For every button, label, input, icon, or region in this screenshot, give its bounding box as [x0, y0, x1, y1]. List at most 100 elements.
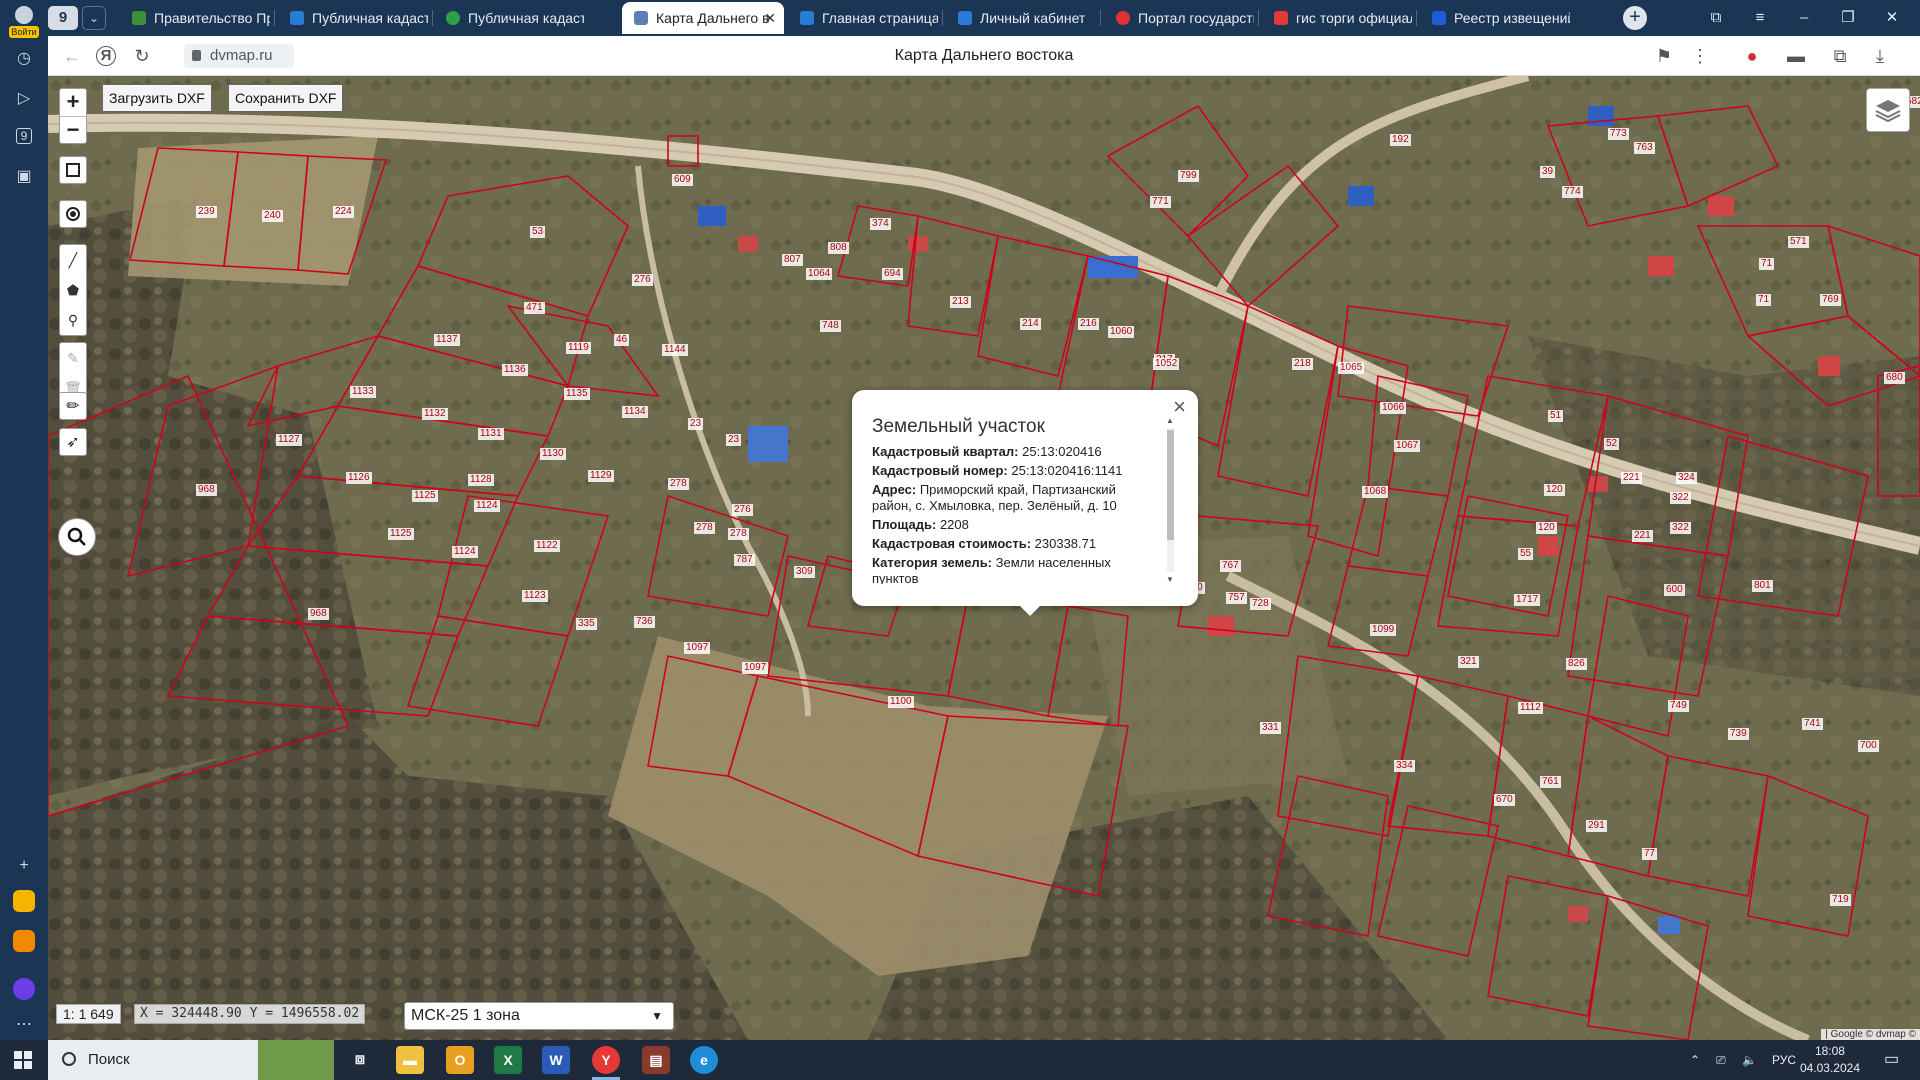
parcel-label[interactable]: 322 — [1670, 522, 1691, 534]
clock[interactable]: 18:08 04.03.2024 — [1800, 1043, 1860, 1077]
collections-icon[interactable]: ⧉ — [1696, 0, 1736, 36]
pencil-icon[interactable]: ✏ — [59, 392, 87, 420]
parcel-label[interactable]: 799 — [1178, 170, 1199, 182]
sidebar-counter[interactable]: 9 — [10, 122, 38, 150]
parcel-label[interactable]: 1131 — [478, 428, 504, 440]
load-dxf-button[interactable]: Загрузить DXF — [102, 84, 212, 112]
parcel-label[interactable]: 694 — [882, 268, 903, 280]
parcel-label[interactable]: 1052 — [1153, 358, 1180, 370]
add-panel-icon[interactable]: + — [10, 852, 38, 880]
collections-bar-icon[interactable]: ⧉ — [1828, 44, 1852, 68]
parcel-label[interactable]: 826 — [1566, 658, 1587, 670]
maximize-icon[interactable]: ❐ — [1828, 0, 1868, 36]
parcel-label[interactable]: 1100 — [888, 696, 914, 708]
parcel-label[interactable]: 748 — [820, 320, 841, 332]
edit-icon[interactable]: ✎ — [60, 343, 86, 373]
parcel-label[interactable]: 1127 — [276, 434, 302, 446]
parcel-label[interactable]: 221 — [1621, 472, 1642, 484]
projection-select[interactable]: МСК-25 1 зона ▼ — [404, 1002, 674, 1030]
parcel-label[interactable]: 680 — [1884, 372, 1905, 384]
parcel-label[interactable]: 1136 — [502, 364, 528, 376]
edge-icon[interactable]: e — [690, 1046, 718, 1074]
screenshot-icon[interactable]: ▣ — [10, 162, 38, 190]
parcel-label[interactable]: 1099 — [1370, 624, 1397, 636]
tab-0[interactable]: Правительство При — [120, 2, 270, 34]
word-icon[interactable]: W — [542, 1046, 570, 1074]
tab-7[interactable]: гис торги официаль — [1262, 2, 1412, 34]
parcel-label[interactable]: 571 — [1788, 236, 1809, 248]
parcel-label[interactable]: 1122 — [534, 540, 560, 552]
scroll-down-icon[interactable]: ▼ — [1166, 575, 1174, 584]
parcel-label[interactable]: 1135 — [564, 388, 590, 400]
close-tab-icon[interactable]: ✕ — [764, 2, 776, 34]
parcel-label[interactable]: 968 — [196, 484, 217, 496]
parcel-label[interactable]: 77 — [1642, 848, 1658, 860]
map-search-button[interactable] — [58, 518, 96, 556]
parcel-label[interactable]: 71 — [1756, 294, 1772, 306]
parcel-label[interactable]: 769 — [1820, 294, 1841, 306]
parcel-label[interactable]: 53 — [530, 226, 546, 238]
cursor-select-icon[interactable]: ➶ — [59, 428, 87, 456]
parcel-label[interactable]: 1124 — [474, 500, 500, 512]
parcel-label[interactable]: 801 — [1752, 580, 1773, 592]
popup-scrollbar[interactable]: ▲ ▼ — [1164, 416, 1176, 584]
extension-icon[interactable]: ● — [1740, 44, 1764, 68]
parcel-label[interactable]: 968 — [308, 608, 329, 620]
tab-counter[interactable]: 9 — [48, 6, 78, 30]
parcel-label[interactable]: 276 — [632, 274, 653, 286]
parcel-label[interactable]: 471 — [524, 302, 545, 314]
download-icon[interactable]: ⤓ — [1868, 44, 1892, 68]
tab-2[interactable]: Публичная кадастр — [434, 2, 584, 34]
parcel-label[interactable]: 1125 — [388, 528, 414, 540]
parcel-label[interactable]: 55 — [1518, 548, 1534, 560]
parcel-label[interactable]: 763 — [1634, 142, 1655, 154]
draw-line-icon[interactable]: ╱ — [60, 245, 86, 275]
parcel-label[interactable]: 1067 — [1394, 440, 1421, 452]
parcel-label[interactable]: 787 — [734, 554, 755, 566]
parcel-label[interactable]: 1134 — [622, 406, 648, 418]
url-field[interactable]: dvmap.ru — [184, 44, 294, 68]
taskbar-search[interactable]: Поиск — [48, 1040, 334, 1080]
parcel-label[interactable]: 807 — [782, 254, 803, 266]
tab-8[interactable]: Реестр извещений — [1420, 2, 1570, 34]
parcel-label[interactable]: 1128 — [468, 474, 494, 486]
parcel-label[interactable]: 1097 — [742, 662, 769, 674]
locate-icon[interactable] — [59, 200, 87, 228]
parcel-label[interactable]: 278 — [728, 528, 749, 540]
reload-icon[interactable]: ↻ — [130, 44, 154, 68]
layers-button[interactable] — [1866, 88, 1910, 132]
parcel-label[interactable]: 1133 — [350, 386, 376, 398]
notifications-icon[interactable]: ▭ — [1884, 1040, 1899, 1080]
parcel-label[interactable]: 334 — [1394, 760, 1415, 772]
parcel-label[interactable]: 23 — [726, 434, 742, 446]
bookmark-icon[interactable]: ⚑ — [1652, 44, 1676, 68]
zoom-out-button[interactable]: − — [60, 117, 86, 145]
parcel-label[interactable]: 1129 — [588, 470, 614, 482]
parcel-label[interactable]: 120 — [1536, 522, 1557, 534]
app-icon-yellow[interactable] — [13, 890, 35, 912]
minimize-icon[interactable]: – — [1784, 0, 1824, 36]
parcel-label[interactable]: 374 — [870, 218, 891, 230]
parcel-label[interactable]: 71 — [1759, 258, 1775, 270]
parcel-label[interactable]: 774 — [1562, 186, 1583, 198]
tray-chevron-icon[interactable]: ⌃ — [1690, 1040, 1700, 1080]
parcel-label[interactable]: 239 — [196, 206, 217, 218]
parcel-label[interactable]: 23 — [688, 418, 704, 430]
parcel-label[interactable]: 322 — [1670, 492, 1691, 504]
zoom-in-button[interactable]: + — [60, 89, 86, 117]
map-view[interactable]: 239 240 224 53 276 471 46 1137 1119 1144 1136 1135 1… — [48, 76, 1920, 1040]
language-indicator[interactable]: РУС — [1772, 1040, 1796, 1080]
parcel-label[interactable]: 1717 — [1514, 594, 1541, 606]
parcel-label[interactable]: 39 — [1540, 166, 1556, 178]
popup-body[interactable]: Кадастровый квартал: 25:13:020416 Кадаст… — [872, 444, 1156, 584]
parcel-label[interactable]: 1123 — [522, 590, 548, 602]
start-button[interactable] — [14, 1051, 32, 1069]
parcel-label[interactable]: 278 — [668, 478, 689, 490]
parcel-label[interactable]: 741 — [1802, 718, 1823, 730]
parcel-label[interactable]: 1130 — [540, 448, 566, 460]
parcel-label[interactable]: 767 — [1220, 560, 1241, 572]
outlook-icon[interactable]: O — [446, 1046, 474, 1074]
parcel-label[interactable]: 221 — [1632, 530, 1653, 542]
winrar-icon[interactable]: ▤ — [642, 1046, 670, 1074]
mail-icon[interactable] — [13, 930, 35, 952]
